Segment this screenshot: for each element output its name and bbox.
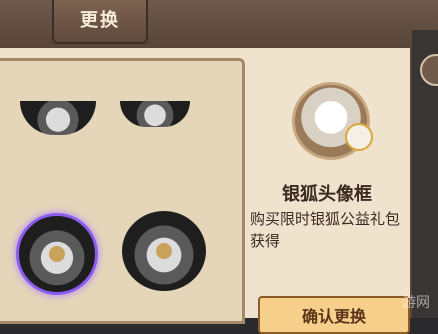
frame-list[interactable]	[0, 58, 245, 324]
top-bar: 更换	[0, 0, 438, 51]
preview-avatar	[292, 82, 373, 160]
confirm-change-button[interactable]: 确认更换	[258, 296, 410, 334]
frame-description: 购买限时银狐公益礼包获得	[250, 210, 401, 250]
avatar-frame-option[interactable]	[120, 101, 190, 127]
title-tab: 更换	[52, 0, 148, 44]
frame-emblem-icon	[49, 246, 65, 262]
avatar-frame-option[interactable]	[20, 101, 96, 135]
avatar-frame-option-selected[interactable]	[16, 213, 98, 295]
frame-emblem-icon	[156, 243, 172, 259]
page-title: 更换	[80, 10, 120, 31]
watermark: 游网	[402, 295, 430, 311]
frame-name: 银狐头像框	[282, 184, 372, 205]
avatar-frame-option[interactable]	[122, 211, 206, 291]
fox-ornament-icon	[345, 123, 373, 151]
